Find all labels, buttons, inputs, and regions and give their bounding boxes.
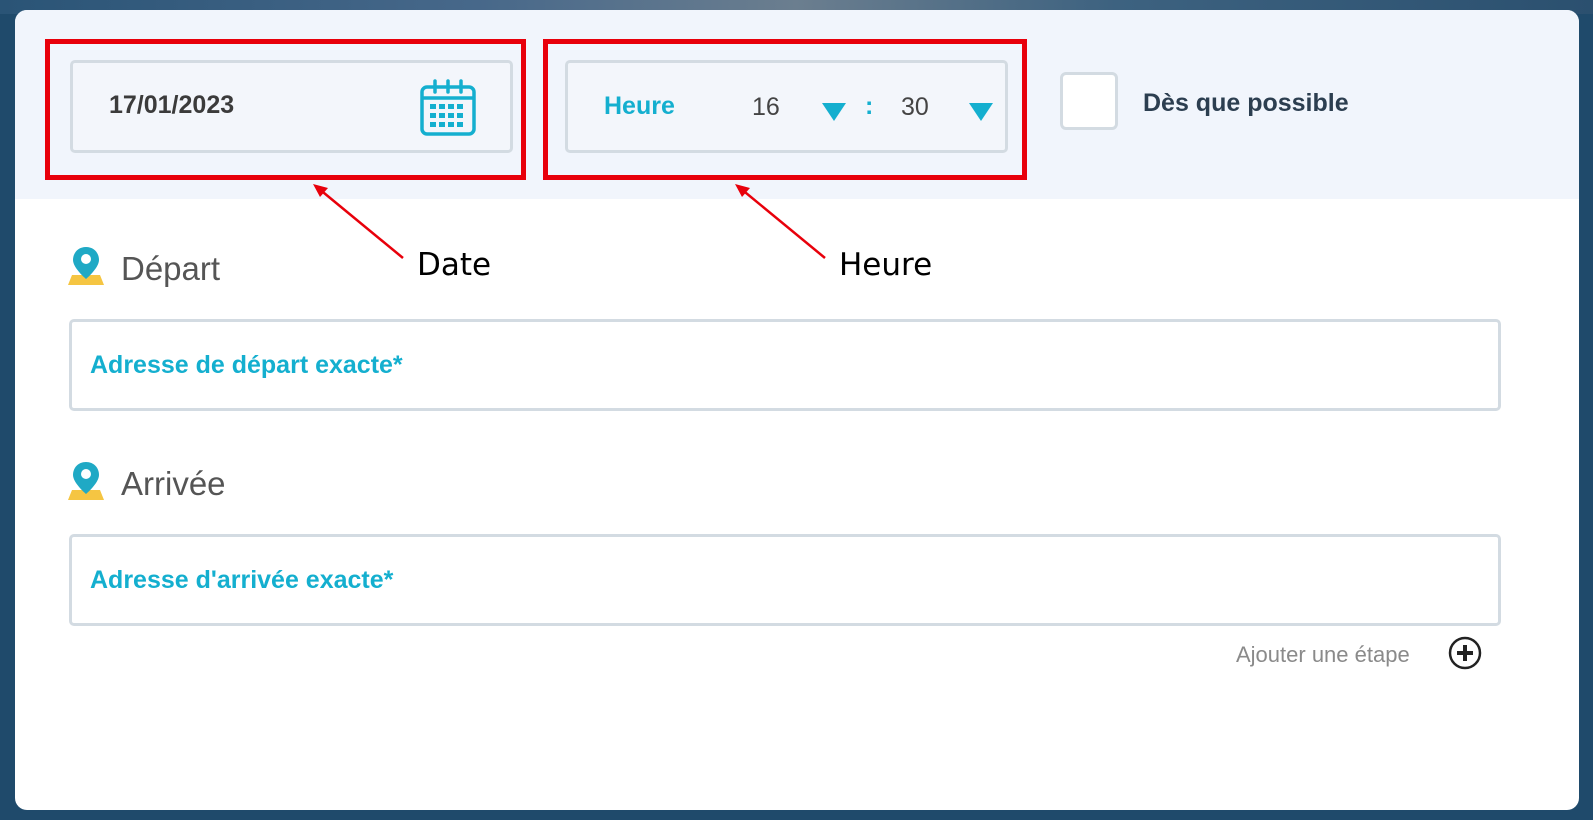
date-highlight-frame xyxy=(45,39,526,180)
arrival-address-input[interactable] xyxy=(69,534,1501,626)
booking-card: 17/01/2023 Heure 16 : 30 Dès que possibl… xyxy=(15,10,1579,810)
plus-circle-icon[interactable] xyxy=(1448,636,1482,670)
map-pin-icon xyxy=(68,462,104,500)
add-step-label[interactable]: Ajouter une étape xyxy=(1236,642,1410,668)
time-annotation: Heure xyxy=(839,247,933,283)
date-annotation: Date xyxy=(417,247,492,283)
arrival-title: Arrivée xyxy=(121,465,226,502)
departure-address-input[interactable] xyxy=(69,319,1501,411)
asap-checkbox[interactable] xyxy=(1060,72,1118,130)
departure-title: Départ xyxy=(121,250,221,287)
time-highlight-frame xyxy=(543,39,1027,180)
asap-label[interactable]: Dès que possible xyxy=(1143,89,1349,118)
map-pin-icon xyxy=(68,247,104,285)
